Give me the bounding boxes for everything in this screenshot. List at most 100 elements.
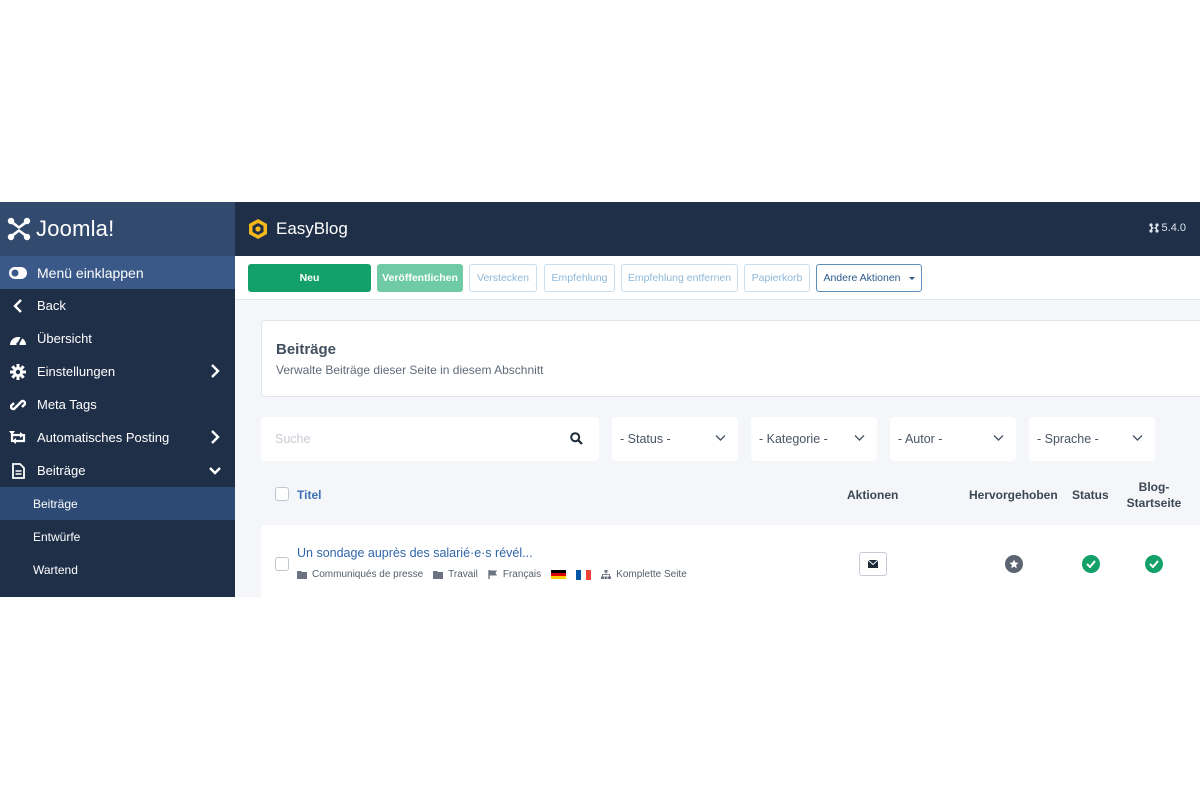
sidebar-item-label: Back (37, 298, 66, 313)
search-input[interactable]: Suche (261, 417, 599, 461)
other-actions-dropdown[interactable]: Andere Aktionen (816, 264, 922, 292)
language-filter-select[interactable]: - Sprache - (1029, 417, 1155, 461)
app-title: EasyBlog (276, 219, 348, 238)
sidebar-item-autopost[interactable]: Automatisches Posting (0, 421, 235, 454)
publish-status-toggle[interactable] (1082, 555, 1100, 573)
category-filter-select[interactable]: - Kategorie - (751, 417, 877, 461)
document-icon (8, 461, 28, 481)
status-filter-select[interactable]: - Status - (612, 417, 738, 461)
chevron-right-icon (211, 430, 220, 444)
sidebar-item-label: Automatisches Posting (37, 430, 170, 445)
german-flag-icon (551, 569, 567, 580)
chevron-down-icon (1132, 435, 1143, 441)
chevron-down-icon (715, 435, 726, 441)
sidebar: Joomla! Menü einklappen Back Übersicht E (0, 202, 235, 597)
sidebar-subitem-pending[interactable]: Wartend (0, 553, 235, 586)
joomla-small-icon (1148, 223, 1159, 233)
chevron-left-icon (8, 296, 28, 316)
trash-button[interactable]: Papierkorb (744, 264, 810, 292)
chevron-right-icon (211, 364, 220, 378)
sidebar-subitem-label: Entwürfe (33, 529, 81, 544)
publish-button[interactable]: Veröffentlichen (377, 264, 463, 292)
status-filter-value: - Status - (620, 432, 671, 446)
sitemap-icon (601, 570, 612, 579)
post-language: Français (502, 569, 542, 580)
dashboard-icon (8, 329, 28, 349)
notify-button[interactable] (859, 552, 887, 576)
featured-toggle[interactable] (1005, 555, 1023, 573)
select-all-checkbox[interactable] (275, 487, 289, 501)
feature-button[interactable]: Empfehlung (544, 264, 615, 292)
sidebar-subitem-label: Beiträge (33, 496, 78, 511)
column-actions: Aktionen (847, 488, 899, 502)
version-number: 5.4.0 (1161, 222, 1186, 234)
french-flag-icon (576, 569, 592, 580)
column-featured[interactable]: Hervorgehoben (969, 488, 1058, 502)
new-button[interactable]: Neu (248, 264, 371, 292)
sidebar-item-overview[interactable]: Übersicht (0, 322, 235, 355)
sidebar-subitem-label: Wartend (33, 562, 78, 577)
unfeature-button[interactable]: Empfehlung entfernen (621, 264, 738, 292)
toolbar: Neu Veröffentlichen Verstecken Empfehlun… (235, 256, 1200, 300)
post-title-link[interactable]: Un sondage auprès des salarié·e·s révél.… (297, 546, 533, 560)
sidebar-item-label: Menü einklappen (37, 264, 144, 281)
section-header-card: Beiträge Verwalte Beiträge dieser Seite … (261, 320, 1200, 397)
sidebar-subitem-drafts[interactable]: Entwürfe (0, 520, 235, 553)
star-icon (1009, 559, 1019, 569)
search-placeholder: Suche (275, 432, 311, 446)
post-access: Komplette Seite (616, 569, 687, 580)
author-filter-value: - Autor - (898, 432, 943, 446)
language-meta: Français (488, 569, 541, 580)
sidebar-item-label: Einstellungen (37, 364, 116, 379)
sidebar-item-label: Meta Tags (37, 397, 97, 412)
link-icon (8, 395, 28, 415)
section-title: Beiträge (276, 341, 337, 358)
sidebar-subitem-posts[interactable]: Beiträge (0, 487, 235, 520)
gear-icon (8, 362, 28, 382)
column-status[interactable]: Status (1072, 488, 1109, 502)
sidebar-item-label: Übersicht (37, 331, 92, 346)
joomla-wordmark: Joomla! (36, 216, 115, 241)
sidebar-item-collapse-menu[interactable]: Menü einklappen (0, 256, 235, 289)
flag-icon (488, 570, 497, 579)
column-title[interactable]: Titel (297, 488, 321, 502)
category-filter-value: - Kategorie - (759, 432, 828, 446)
post-category: Communiqués de presse (312, 569, 424, 580)
chevron-down-icon (993, 435, 1004, 441)
hide-button[interactable]: Verstecken (469, 264, 537, 292)
sidebar-item-meta-tags[interactable]: Meta Tags (0, 388, 235, 421)
sidebar-item-posts[interactable]: Beiträge (0, 454, 235, 487)
section-description: Verwalte Beiträge dieser Seite in diesem… (276, 363, 544, 377)
table-row: Un sondage auprès des salarié·e·s révél.… (261, 525, 1200, 597)
category-meta[interactable]: Communiqués de presse (297, 569, 423, 580)
other-actions-label: Andere Aktionen (823, 272, 901, 284)
search-icon[interactable] (570, 432, 583, 445)
row-checkbox[interactable] (275, 557, 289, 571)
sidebar-item-settings[interactable]: Einstellungen (0, 355, 235, 388)
sidebar-item-label: Beiträge (37, 463, 86, 478)
author-filter-select[interactable]: - Autor - (890, 417, 1016, 461)
chevron-down-icon (209, 467, 221, 475)
caret-down-icon (908, 276, 915, 280)
folder-icon (433, 571, 444, 579)
joomla-logo[interactable]: Joomla! (0, 202, 235, 256)
column-frontpage[interactable]: Blog-Startseite (1123, 479, 1185, 511)
header-bar: EasyBlog 5.4.0 (235, 202, 1200, 256)
folder-icon (297, 571, 307, 579)
toggle-icon (8, 263, 28, 283)
post-tag: Travail (448, 569, 478, 580)
frontpage-toggle[interactable] (1145, 555, 1163, 573)
sidebar-item-back[interactable]: Back (0, 289, 235, 322)
check-icon (1149, 560, 1159, 568)
tag-meta[interactable]: Travail (433, 569, 478, 580)
check-icon (1086, 560, 1096, 568)
easyblog-logo-icon (249, 219, 267, 239)
post-meta: Communiqués de presse Travail Français K… (297, 569, 697, 580)
version-label: 5.4.0 (1148, 222, 1186, 234)
chevron-down-icon (854, 435, 865, 441)
main-content: Beiträge Verwalte Beiträge dieser Seite … (235, 300, 1200, 597)
table-header: Titel Aktionen Hervorgehoben Status Blog… (235, 480, 1200, 520)
access-meta: Komplette Seite (601, 569, 687, 580)
envelope-icon (868, 560, 878, 568)
language-filter-value: - Sprache - (1037, 432, 1099, 446)
